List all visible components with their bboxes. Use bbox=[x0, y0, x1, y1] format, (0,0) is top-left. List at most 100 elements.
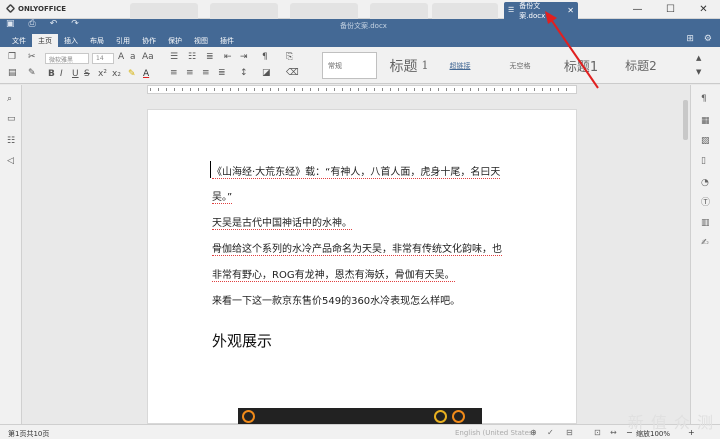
style-heading-label: 标题 bbox=[389, 58, 418, 75]
line-spacing-icon[interactable]: ↕ bbox=[240, 69, 248, 78]
font-size-combo[interactable]: 14 bbox=[92, 53, 114, 64]
shape-icon[interactable]: ◔ bbox=[701, 179, 709, 188]
status-bar: 第1页共10页 English (United States) ⊕ ✓ ⊟ ⊡ … bbox=[0, 424, 720, 439]
style-no-spacing[interactable]: 无空格 bbox=[500, 52, 540, 79]
style-heading-number: 1 bbox=[421, 59, 429, 72]
numbering-icon[interactable]: ☷ bbox=[188, 53, 196, 62]
textart-icon[interactable]: Ⓣ bbox=[701, 199, 710, 208]
tab-inactive-4[interactable] bbox=[370, 3, 428, 19]
tab-inactive-5[interactable] bbox=[432, 3, 498, 19]
align-left-icon[interactable]: ≡ bbox=[170, 69, 178, 78]
paragraph-line-3[interactable]: 天吴是古代中国神话中的水神。 bbox=[212, 214, 352, 230]
align-center-icon[interactable]: ≡ bbox=[186, 69, 194, 78]
copy-icon[interactable]: ❐ bbox=[8, 53, 16, 62]
strikethrough-icon[interactable]: S bbox=[84, 69, 90, 79]
mail-merge-icon[interactable]: ▥ bbox=[701, 219, 710, 228]
chat-icon[interactable]: ☷ bbox=[7, 137, 15, 146]
search-icon[interactable]: ⌕ bbox=[7, 95, 12, 104]
fit-width-icon[interactable]: ↔ bbox=[610, 428, 617, 437]
language-icon[interactable]: ⊕ bbox=[530, 428, 537, 437]
change-case-icon[interactable]: Aa bbox=[142, 53, 154, 62]
menu-file[interactable]: 文件 bbox=[6, 34, 32, 47]
paragraph-line-4[interactable]: 骨伽给这个系列的水冷产品命名为天吴，非常有传统文化韵味，也 bbox=[212, 240, 502, 256]
underline-icon[interactable]: U bbox=[72, 69, 79, 79]
tab-inactive-2[interactable] bbox=[210, 3, 278, 19]
paragraph-icon[interactable]: ¶ bbox=[701, 95, 707, 104]
line-6-text: 来看一下这一款京东售价549的360水冷表现怎么样吧。 bbox=[212, 296, 461, 307]
maximize-icon[interactable]: ☐ bbox=[654, 0, 687, 19]
menu-plugins[interactable]: 插件 bbox=[214, 34, 240, 47]
cut-icon[interactable]: ✂ bbox=[28, 53, 36, 62]
section-heading[interactable]: 外观展示 bbox=[212, 330, 272, 351]
multilevel-icon[interactable]: ≣ bbox=[206, 53, 214, 62]
style-heading[interactable]: 标题 1 bbox=[383, 52, 435, 79]
italic-icon[interactable]: I bbox=[60, 69, 63, 79]
undo-icon[interactable]: ↶ bbox=[50, 20, 58, 29]
style-hyperlink[interactable]: 超链接 bbox=[442, 52, 478, 79]
copy-style-icon[interactable]: ⎘ bbox=[286, 53, 293, 62]
ruler-ticks bbox=[150, 88, 574, 91]
redo-icon[interactable]: ↷ bbox=[71, 20, 79, 29]
tab-inactive-1[interactable] bbox=[130, 3, 198, 19]
justify-icon[interactable]: ≣ bbox=[218, 69, 226, 78]
style-heading-2[interactable]: 标题2 bbox=[620, 52, 662, 79]
menu-collaboration[interactable]: 协作 bbox=[136, 34, 162, 47]
paragraph-line-6[interactable]: 来看一下这一款京东售价549的360水冷表现怎么样吧。 bbox=[212, 292, 460, 307]
header-icon[interactable]: ▯ bbox=[701, 157, 706, 166]
paragraph-line-5[interactable]: 非常有野心，ROG有龙神，恩杰有海妖，骨伽有天吴。 bbox=[212, 266, 455, 282]
tab-active-document[interactable]: ☰ 备份文案.docx ✕ bbox=[504, 2, 578, 20]
comment-icon[interactable]: ▭ bbox=[7, 115, 16, 124]
increase-indent-icon[interactable]: ⇥ bbox=[240, 53, 248, 62]
style-normal[interactable]: 常规 bbox=[322, 52, 377, 79]
fit-page-icon[interactable]: ⊡ bbox=[594, 428, 601, 437]
spellcheck-icon[interactable]: ✓ bbox=[547, 428, 554, 437]
menu-protection[interactable]: 保护 bbox=[162, 34, 188, 47]
align-right-icon[interactable]: ≡ bbox=[202, 69, 210, 78]
styles-down-icon[interactable]: ▼ bbox=[696, 69, 701, 76]
decrease-indent-icon[interactable]: ⇤ bbox=[224, 53, 232, 62]
vertical-scrollbar[interactable] bbox=[683, 100, 688, 140]
font-name-combo[interactable]: 微软雅黑 bbox=[45, 53, 89, 64]
tab-inactive-3[interactable] bbox=[290, 3, 358, 19]
paragraph-marks-icon[interactable]: ¶ bbox=[262, 53, 268, 62]
document-page[interactable]: 《山海经·大荒东经》载：“有神人，八首人面，虎身十尾，名曰天 吴。” 天吴是古代… bbox=[147, 109, 577, 425]
menu-layout[interactable]: 布局 bbox=[84, 34, 110, 47]
highlight-icon[interactable]: ✎ bbox=[128, 69, 136, 79]
table-icon[interactable]: ▦ bbox=[701, 117, 710, 126]
paragraph-line-1[interactable]: 《山海经·大荒东经》载：“有神人，八首人面，虎身十尾，名曰天 bbox=[212, 163, 501, 179]
image-icon[interactable]: ▨ bbox=[701, 137, 710, 146]
decrease-font-icon[interactable]: a bbox=[130, 53, 136, 62]
subscript-icon[interactable]: x₂ bbox=[112, 69, 121, 79]
watermark: 新 值 众 测 bbox=[627, 413, 714, 432]
print-icon[interactable]: ⎙ bbox=[29, 20, 36, 29]
track-changes-icon[interactable]: ⊟ bbox=[566, 428, 573, 437]
bullets-icon[interactable]: ☰ bbox=[170, 53, 178, 62]
format-painter-icon[interactable]: ✎ bbox=[28, 69, 36, 78]
menu-home[interactable]: 主页 bbox=[32, 34, 58, 47]
style-heading-1[interactable]: 标题1 bbox=[560, 52, 602, 79]
paragraph-line-2[interactable]: 吴。” bbox=[212, 188, 233, 204]
horizontal-ruler[interactable] bbox=[147, 85, 577, 94]
settings-icon[interactable]: ⚙ bbox=[704, 35, 712, 44]
bold-icon[interactable]: B bbox=[48, 69, 55, 79]
open-folder-icon[interactable]: ⊞ bbox=[686, 35, 694, 44]
signature-icon[interactable]: ✍ bbox=[701, 239, 709, 248]
font-color-icon[interactable]: A bbox=[143, 69, 149, 79]
title-bar: ONLYOFFICE ☰ 备份文案.docx ✕ — ☐ ✕ bbox=[0, 0, 720, 20]
close-tab-icon[interactable]: ✕ bbox=[567, 6, 574, 15]
superscript-icon[interactable]: x² bbox=[98, 69, 107, 79]
increase-font-icon[interactable]: A bbox=[118, 53, 124, 62]
page-count[interactable]: 第1页共10页 bbox=[8, 429, 49, 439]
menu-references[interactable]: 引用 bbox=[110, 34, 136, 47]
styles-up-icon[interactable]: ▲ bbox=[696, 55, 701, 62]
close-icon[interactable]: ✕ bbox=[687, 0, 720, 19]
shading-icon[interactable]: ◪ bbox=[262, 69, 271, 78]
save-icon[interactable]: ▣ bbox=[6, 20, 15, 29]
clear-style-icon[interactable]: ⌫ bbox=[286, 69, 299, 78]
menu-insert[interactable]: 插入 bbox=[58, 34, 84, 47]
minimize-icon[interactable]: — bbox=[621, 0, 654, 19]
menu-view[interactable]: 视图 bbox=[188, 34, 214, 47]
feedback-icon[interactable]: ◁ bbox=[7, 157, 14, 166]
paste-icon[interactable]: ▤ bbox=[8, 69, 17, 78]
language-indicator[interactable]: English (United States) bbox=[455, 429, 535, 437]
